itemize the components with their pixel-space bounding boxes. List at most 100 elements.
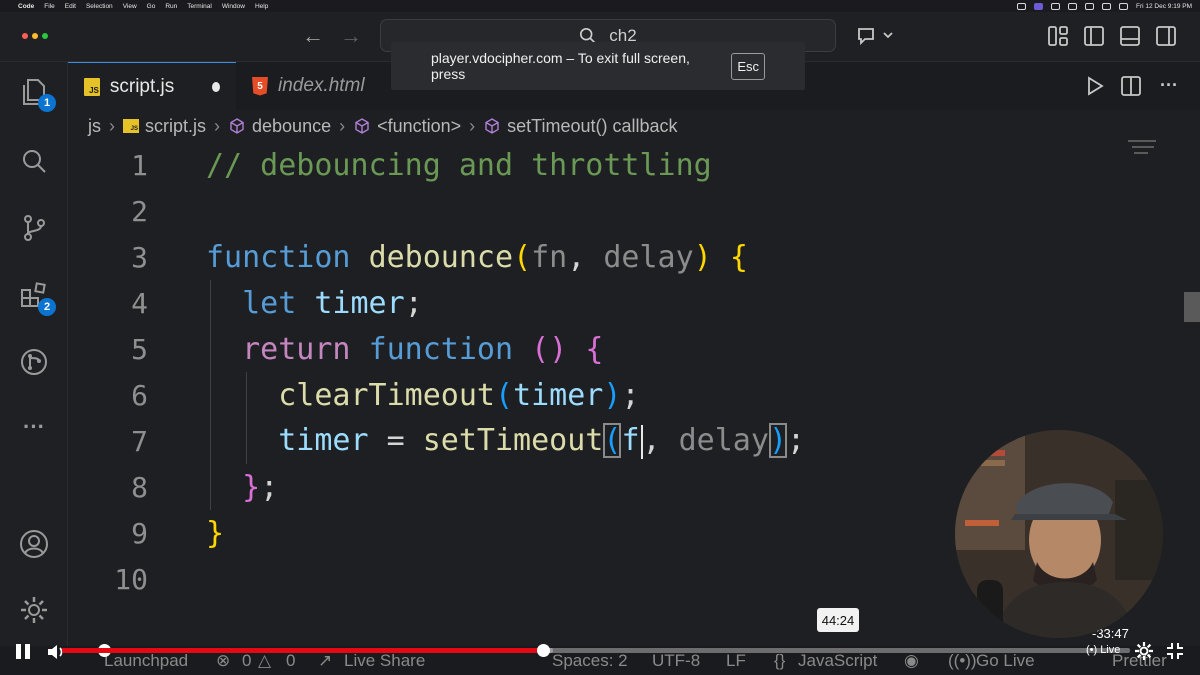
code-line[interactable]: 2 [68, 188, 1068, 234]
code-line[interactable]: 7 timer = setTimeout(f, delay); [68, 418, 1068, 464]
warning-icon[interactable]: △ [258, 651, 271, 671]
minimap[interactable] [1128, 138, 1158, 156]
line-number[interactable]: 3 [68, 241, 148, 274]
line-number[interactable]: 6 [68, 379, 148, 412]
line-number[interactable]: 8 [68, 471, 148, 504]
code-line[interactable]: 9} [68, 510, 1068, 556]
line-number[interactable]: 5 [68, 333, 148, 366]
customize-layout-icon[interactable] [1046, 24, 1070, 48]
menu-item-help[interactable]: Help [255, 3, 268, 10]
status-control-center-icon[interactable] [1119, 2, 1128, 10]
progress-scrubber-handle[interactable] [536, 644, 550, 657]
tab-script-js[interactable]: JS script.js [68, 62, 236, 110]
code-token: delay [603, 239, 694, 275]
copilot-chat-icon[interactable] [856, 24, 896, 48]
menu-item-edit[interactable]: Edit [65, 3, 76, 10]
code-line[interactable]: 6 clearTimeout(timer); [68, 372, 1068, 418]
fullscreen-exit-notice: player.vdocipher.com – To exit full scre… [391, 42, 805, 90]
code-line[interactable]: 4 let timer; [68, 280, 1068, 326]
code-token: () [531, 331, 568, 367]
split-editor-icon[interactable] [1120, 75, 1142, 97]
zoom-window-button[interactable] [42, 33, 48, 39]
line-number[interactable]: 9 [68, 517, 148, 550]
go-live-item[interactable]: Go Live [976, 651, 1035, 671]
code-line[interactable]: 3 function debounce(fn, delay) { [68, 234, 1068, 280]
video-progress-bar[interactable] [62, 644, 1130, 657]
launchpad-item[interactable]: Launchpad [104, 651, 188, 671]
line-number[interactable]: 1 [68, 149, 148, 182]
code-line[interactable]: 8 }; [68, 464, 1068, 510]
toggle-secondary-sidebar-icon[interactable] [1154, 24, 1178, 48]
search-icon[interactable] [18, 146, 50, 178]
live-share-icon[interactable]: ↗ [318, 651, 332, 671]
status-wifi-icon[interactable] [1085, 2, 1094, 10]
live-share-item[interactable]: Live Share [344, 651, 425, 671]
live-badge[interactable]: (•) Live [1086, 644, 1120, 656]
eol-item[interactable]: LF [726, 651, 746, 671]
unsaved-dot-icon[interactable] [212, 81, 220, 92]
menu-item-go[interactable]: Go [147, 3, 156, 10]
menu-item-view[interactable]: View [123, 3, 137, 10]
code-line[interactable]: 5 return function () { [68, 326, 1068, 372]
toggle-primary-sidebar-icon[interactable] [1082, 24, 1106, 48]
more-views-icon[interactable]: ··· [18, 414, 50, 446]
status-battery-icon[interactable] [1068, 2, 1077, 10]
accounts-icon[interactable] [18, 528, 50, 560]
encoding-item[interactable]: UTF-8 [652, 651, 700, 671]
code-token: ; [260, 469, 279, 505]
more-actions-icon[interactable]: ··· [1160, 75, 1182, 97]
exit-fullscreen-icon[interactable] [1166, 642, 1184, 660]
code-text: // debouncing and throttling [206, 148, 712, 183]
indentation-item[interactable]: Spaces: 2 [552, 651, 628, 671]
menu-item-code[interactable]: Code [18, 3, 34, 10]
status-screen-icon[interactable] [1051, 2, 1060, 10]
menubar-clock[interactable]: Fri 12 Dec 9:19 PM [1136, 3, 1192, 10]
status-recording-icon[interactable] [1034, 2, 1043, 10]
player-settings-gear-icon[interactable] [1134, 641, 1154, 661]
source-control-icon[interactable] [18, 212, 50, 244]
status-app-icon[interactable] [1017, 2, 1026, 10]
menu-item-terminal[interactable]: Terminal [187, 3, 212, 10]
run-code-icon[interactable] [1084, 75, 1106, 97]
line-number[interactable]: 10 [68, 563, 148, 596]
forward-arrow-icon[interactable]: → [340, 23, 362, 49]
error-count[interactable]: 0 [242, 651, 251, 671]
copilot-icon[interactable]: ◉ [904, 651, 919, 671]
extensions-icon[interactable]: 2 [18, 280, 56, 316]
menu-item-file[interactable]: File [44, 3, 54, 10]
breadcrumb-folder[interactable]: js [88, 116, 101, 137]
chevron-right-icon: › [109, 115, 115, 136]
code-text: let timer; [206, 286, 423, 321]
breadcrumb-symbol-debounce[interactable]: debounce [252, 116, 331, 137]
manage-gear-icon[interactable] [18, 594, 50, 626]
breadcrumb-symbol-anon-function[interactable]: <function> [377, 116, 461, 137]
code-line[interactable]: 10 [68, 556, 1068, 602]
breadcrumb-file[interactable]: script.js [145, 116, 206, 137]
language-mode-item[interactable]: JavaScript [798, 651, 877, 671]
errors-icon[interactable]: ⊗ [216, 651, 230, 671]
run-and-debug-icon[interactable] [18, 346, 50, 378]
tab-index-html[interactable]: 5 index.html [236, 62, 406, 110]
pause-button[interactable] [16, 644, 34, 662]
line-number[interactable]: 2 [68, 195, 148, 228]
menu-item-selection[interactable]: Selection [86, 3, 113, 10]
line-number[interactable]: 4 [68, 287, 148, 320]
status-search-icon[interactable] [1102, 2, 1111, 10]
explorer-icon[interactable]: 1 [18, 76, 56, 112]
warning-count[interactable]: 0 [286, 651, 295, 671]
toggle-panel-icon[interactable] [1118, 24, 1142, 48]
close-window-button[interactable] [22, 33, 28, 39]
editor-scrollbar-thumb[interactable] [1184, 292, 1200, 322]
minimize-window-button[interactable] [32, 33, 38, 39]
back-arrow-icon[interactable]: ← [302, 23, 324, 49]
line-number[interactable]: 7 [68, 425, 148, 458]
breadcrumb-symbol-callback[interactable]: setTimeout() callback [507, 116, 677, 137]
language-braces-icon[interactable]: {} [774, 651, 785, 671]
macos-menu-bar: Code File Edit Selection View Go Run Ter… [0, 0, 1200, 12]
menu-item-run[interactable]: Run [165, 3, 177, 10]
code-line[interactable]: 1 // debouncing and throttling [68, 142, 1068, 188]
go-live-icon[interactable]: ((•)) [948, 651, 977, 671]
code-token: let [242, 285, 297, 321]
menu-item-window[interactable]: Window [222, 3, 245, 10]
chevron-right-icon: › [214, 115, 221, 136]
